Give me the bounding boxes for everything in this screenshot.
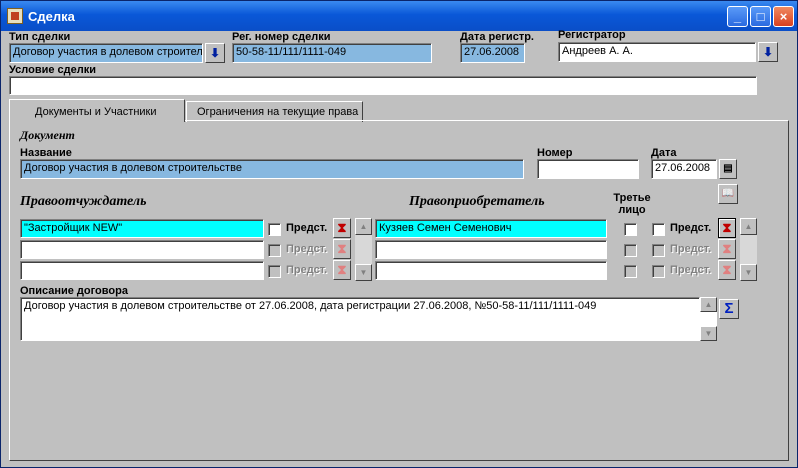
tab-documents-participants[interactable]: Документы и Участники (9, 99, 185, 122)
deal-window: Сделка _ □ × Тип сделки Договор участия … (0, 0, 798, 468)
scroll-up-icon[interactable]: ▲ (355, 218, 372, 235)
reg-number-field[interactable]: 50-58-11/111/1111-049 (232, 43, 432, 63)
alienator-rep-label-1: Предст. (286, 222, 328, 234)
hourglass-icon[interactable]: ⧗ (718, 260, 736, 280)
alienator-row-2[interactable] (20, 240, 264, 259)
third-party-label: Третье лицо (613, 192, 651, 216)
down-arrow-icon: ⬇ (209, 46, 221, 60)
acquirer-rep-label-3: Предст. (670, 264, 712, 276)
registrar-field[interactable]: Андреев А. А. (558, 42, 756, 62)
acquirer-scrollbar[interactable]: ▲ ▼ (740, 218, 757, 281)
maximize-button[interactable]: □ (750, 6, 771, 27)
minimize-button[interactable]: _ (727, 6, 748, 27)
close-button[interactable]: × (773, 6, 794, 27)
registrar-label: Регистратор (558, 29, 626, 41)
alienator-rep-checkbox-3[interactable] (268, 265, 281, 278)
contract-description-scrollbar[interactable]: ▲ ▼ (700, 297, 717, 341)
condition-field[interactable] (9, 76, 757, 95)
hourglass-icon[interactable]: ⧗ (333, 260, 351, 280)
down-arrow-icon: ⬇ (762, 45, 774, 59)
scroll-down-icon[interactable]: ▼ (700, 326, 717, 341)
sigma-icon: Σ (724, 300, 734, 317)
sum-button[interactable]: Σ (719, 299, 739, 319)
window-title: Сделка (28, 9, 75, 24)
scroll-down-icon[interactable]: ▼ (355, 264, 372, 281)
document-name-label: Название (20, 147, 72, 159)
third-party-checkbox-3[interactable] (624, 265, 637, 278)
document-date-label: Дата (651, 147, 677, 159)
acquirer-rep-checkbox-1[interactable] (652, 223, 665, 236)
reg-date-field[interactable]: 27.06.2008 (460, 43, 525, 63)
alienator-scrollbar[interactable]: ▲ ▼ (355, 218, 372, 281)
document-name-field[interactable]: Договор участия в долевом строительстве (20, 159, 524, 179)
acquirer-rep-label-2: Предст. (670, 243, 712, 255)
third-party-checkbox-1[interactable] (624, 223, 637, 236)
acquirer-rep-checkbox-2[interactable] (652, 244, 665, 257)
hourglass-icon[interactable]: ⧗ (718, 239, 736, 259)
document-date-field[interactable]: 27.06.2008 (651, 159, 717, 179)
calendar-button[interactable]: ▤ (719, 159, 737, 179)
reg-number-label: Рег. номер сделки (232, 31, 331, 43)
scroll-up-icon[interactable]: ▲ (700, 297, 717, 312)
title-bar[interactable]: Сделка _ □ × (1, 1, 797, 31)
scroll-up-icon[interactable]: ▲ (740, 218, 757, 235)
acquirer-rep-label-1: Предст. (670, 222, 712, 234)
alienator-rep-label-3: Предст. (286, 264, 328, 276)
third-party-checkbox-2[interactable] (624, 244, 637, 257)
deal-type-field[interactable]: Договор участия в долевом строител (9, 43, 203, 63)
alienator-heading: Правоотчуждатель (20, 194, 147, 209)
book-icon: 📖 (721, 188, 735, 199)
document-number-label: Номер (537, 147, 573, 159)
document-picker-button[interactable]: 📖 (718, 184, 738, 204)
alienator-rep-label-2: Предст. (286, 243, 328, 255)
deal-type-label: Тип сделки (9, 31, 71, 43)
acquirer-row-3[interactable] (375, 261, 607, 280)
scroll-down-icon[interactable]: ▼ (740, 264, 757, 281)
acquirer-row-1[interactable]: Кузяев Семен Семенович (375, 219, 607, 238)
acquirer-row-2[interactable] (375, 240, 607, 259)
hourglass-icon[interactable]: ⧗ (718, 218, 736, 238)
acquirer-heading: Правоприобретатель (409, 194, 545, 209)
hourglass-icon[interactable]: ⧗ (333, 218, 351, 238)
contract-description-field[interactable]: Договор участия в долевом строительстве … (20, 297, 700, 341)
contract-description-label: Описание договора (20, 285, 128, 297)
reg-date-label: Дата регистр. (460, 31, 534, 43)
acquirer-rep-checkbox-3[interactable] (652, 265, 665, 278)
alienator-row-1[interactable]: "Застройщик NEW" (20, 219, 264, 238)
deal-type-dropdown-button[interactable]: ⬇ (205, 43, 225, 63)
calendar-icon: ▤ (723, 163, 733, 174)
condition-label: Условие сделки (9, 64, 97, 76)
hourglass-icon[interactable]: ⧗ (333, 239, 351, 259)
document-section-title: Документ (20, 128, 75, 142)
app-icon (7, 8, 23, 24)
alienator-rep-checkbox-2[interactable] (268, 244, 281, 257)
registrar-dropdown-button[interactable]: ⬇ (758, 42, 778, 62)
tab-restrictions[interactable]: Ограничения на текущие права (186, 101, 363, 122)
alienator-rep-checkbox-1[interactable] (268, 223, 281, 236)
document-number-field[interactable] (537, 159, 639, 179)
alienator-row-3[interactable] (20, 261, 264, 280)
